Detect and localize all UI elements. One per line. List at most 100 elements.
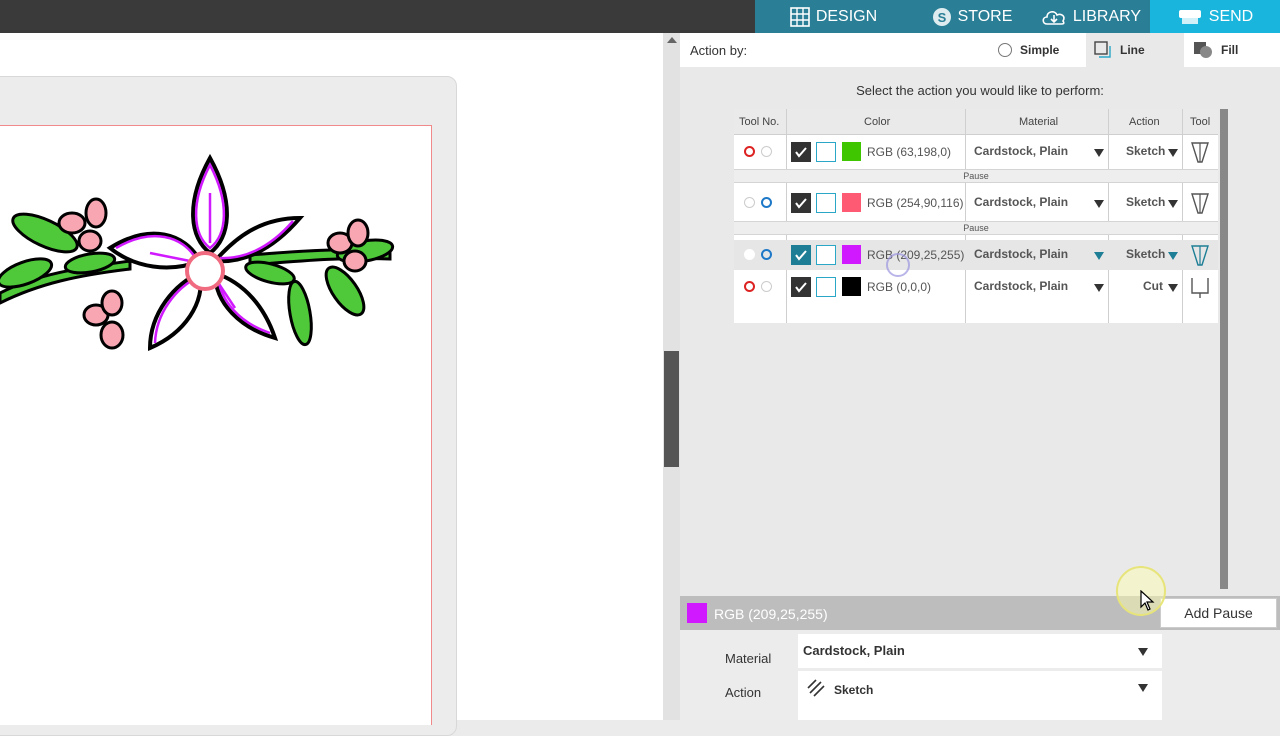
pause-divider[interactable]: Pause: [734, 221, 1218, 235]
action-value[interactable]: Sketch: [1126, 247, 1165, 261]
material-select-dropdown-icon[interactable]: [1138, 648, 1148, 656]
image-preview-icon[interactable]: [816, 142, 836, 162]
simple-label: Simple: [1020, 43, 1060, 57]
color-rgb: RGB (209,25,255): [867, 248, 965, 262]
check-icon: [795, 250, 807, 261]
table-row[interactable]: RGB (63,198,0) Cardstock, Plain Sketch: [734, 137, 1218, 167]
sketch-hatch-icon: [807, 679, 825, 697]
tool-2-icon[interactable]: [761, 281, 772, 292]
color-swatch: [842, 193, 861, 212]
material-value[interactable]: Cardstock, Plain: [974, 247, 1068, 261]
action-dropdown-icon[interactable]: [1168, 149, 1178, 157]
tool-1-icon[interactable]: [744, 197, 755, 208]
tab-design[interactable]: DESIGN: [755, 0, 912, 33]
add-pause-button[interactable]: Add Pause: [1160, 598, 1277, 628]
action-dropdown-icon[interactable]: [1168, 252, 1178, 260]
tab-store-label: STORE: [957, 7, 1013, 25]
action-by-bar: Action by: Simple Line Fill: [680, 33, 1280, 67]
action-value[interactable]: Sketch: [1126, 144, 1165, 158]
action-label: Action: [725, 685, 762, 700]
action-select[interactable]: Sketch: [798, 671, 1162, 720]
mouse-pointer-icon: [1140, 590, 1155, 611]
action-by-line[interactable]: Line: [1086, 33, 1184, 67]
action-select-value: Sketch: [834, 683, 874, 697]
image-preview-icon[interactable]: [816, 245, 836, 265]
store-icon: S: [932, 7, 952, 27]
material-dropdown-icon[interactable]: [1094, 200, 1104, 208]
color-rgb: RGB (0,0,0): [867, 280, 932, 294]
tab-send-label: SEND: [1208, 7, 1254, 25]
row-checkbox[interactable]: [791, 277, 811, 297]
cursor-highlight: [1116, 566, 1166, 616]
color-swatch: [842, 277, 861, 296]
tab-send[interactable]: SEND: [1150, 0, 1280, 33]
color-swatch: [842, 245, 861, 264]
header-material: Material: [1019, 116, 1059, 128]
table-row[interactable]: RGB (0,0,0) Cardstock, Plain Cut: [734, 272, 1218, 302]
tool-2-icon[interactable]: [761, 197, 772, 208]
color-rgb: RGB (254,90,116): [867, 196, 964, 210]
material-value[interactable]: Cardstock, Plain: [974, 144, 1068, 158]
line-label: Line: [1120, 43, 1145, 57]
tab-library[interactable]: LIBRARY: [1032, 0, 1150, 33]
material-dropdown-icon[interactable]: [1094, 252, 1104, 260]
action-dropdown-icon[interactable]: [1168, 200, 1178, 208]
check-icon: [795, 198, 807, 209]
canvas-scrollbar[interactable]: [663, 33, 680, 720]
check-icon: [795, 282, 807, 293]
send-machine-icon: [1177, 7, 1203, 27]
sketch-pen-icon: [1191, 142, 1209, 163]
tool-2-icon[interactable]: [761, 146, 772, 157]
action-value[interactable]: Cut: [1143, 279, 1163, 293]
material-label: Material: [725, 651, 772, 666]
action-by-fill[interactable]: Fill: [1185, 33, 1238, 67]
material-dropdown-icon[interactable]: [1094, 284, 1104, 292]
material-value[interactable]: Cardstock, Plain: [974, 279, 1068, 293]
design-canvas[interactable]: [0, 33, 663, 736]
send-panel: Action by: Simple Line Fill Select the a…: [680, 33, 1280, 720]
material-dropdown-icon[interactable]: [1094, 149, 1104, 157]
row-checkbox[interactable]: [791, 193, 811, 213]
action-prompt: Select the action you would like to perf…: [856, 83, 1104, 98]
header-tool-no: Tool No.: [739, 116, 780, 128]
pause-divider[interactable]: Pause: [734, 169, 1218, 183]
sketch-pen-icon: [1191, 193, 1209, 214]
tool-1-icon[interactable]: [744, 281, 755, 292]
table-row-selected[interactable]: RGB (209,25,255) Cardstock, Plain Sketch: [734, 240, 1218, 270]
scroll-thumb[interactable]: [664, 351, 679, 467]
grid-icon: [790, 6, 810, 27]
tool-1-icon[interactable]: [744, 146, 755, 157]
row-checkbox[interactable]: [791, 142, 811, 162]
check-icon: [795, 147, 807, 158]
image-preview-icon[interactable]: [816, 277, 836, 297]
row-checkbox[interactable]: [791, 245, 811, 265]
blade-holder-icon: [1191, 278, 1209, 298]
action-table: Tool No. Color Material Action Tool RGB …: [734, 109, 1218, 323]
color-swatch: [842, 142, 861, 161]
svg-text:S: S: [937, 10, 946, 25]
table-scrollbar[interactable]: [1220, 109, 1228, 589]
material-value[interactable]: Cardstock, Plain: [974, 195, 1068, 209]
color-rgb: RGB (63,198,0): [867, 145, 952, 159]
header-tool: Tool: [1190, 116, 1211, 128]
detail-settings: Material Cardstock, Plain Action Sketch: [680, 630, 1280, 720]
scroll-up-arrow-icon[interactable]: [667, 37, 677, 43]
action-by-simple[interactable]: Simple: [998, 33, 1059, 67]
action-select-dropdown-icon[interactable]: [1138, 684, 1148, 692]
loading-spinner-icon: [886, 253, 910, 277]
action-dropdown-icon[interactable]: [1168, 284, 1178, 292]
action-value[interactable]: Sketch: [1126, 195, 1165, 209]
selected-color-swatch: [687, 603, 707, 623]
header-color: Color: [864, 116, 891, 128]
table-header: Tool No. Color Material Action Tool: [734, 109, 1218, 135]
table-row[interactable]: RGB (254,90,116) Cardstock, Plain Sketch: [734, 188, 1218, 218]
tab-design-label: DESIGN: [815, 7, 878, 25]
image-preview-icon[interactable]: [816, 193, 836, 213]
tool-2-icon[interactable]: [761, 249, 772, 260]
tab-store[interactable]: S STORE: [912, 0, 1032, 33]
material-select[interactable]: Cardstock, Plain: [798, 634, 1162, 668]
flower-design[interactable]: [0, 143, 420, 353]
tool-1-icon[interactable]: [744, 249, 755, 260]
line-mode-icon: [1094, 41, 1111, 58]
tab-library-label: LIBRARY: [1072, 7, 1142, 25]
